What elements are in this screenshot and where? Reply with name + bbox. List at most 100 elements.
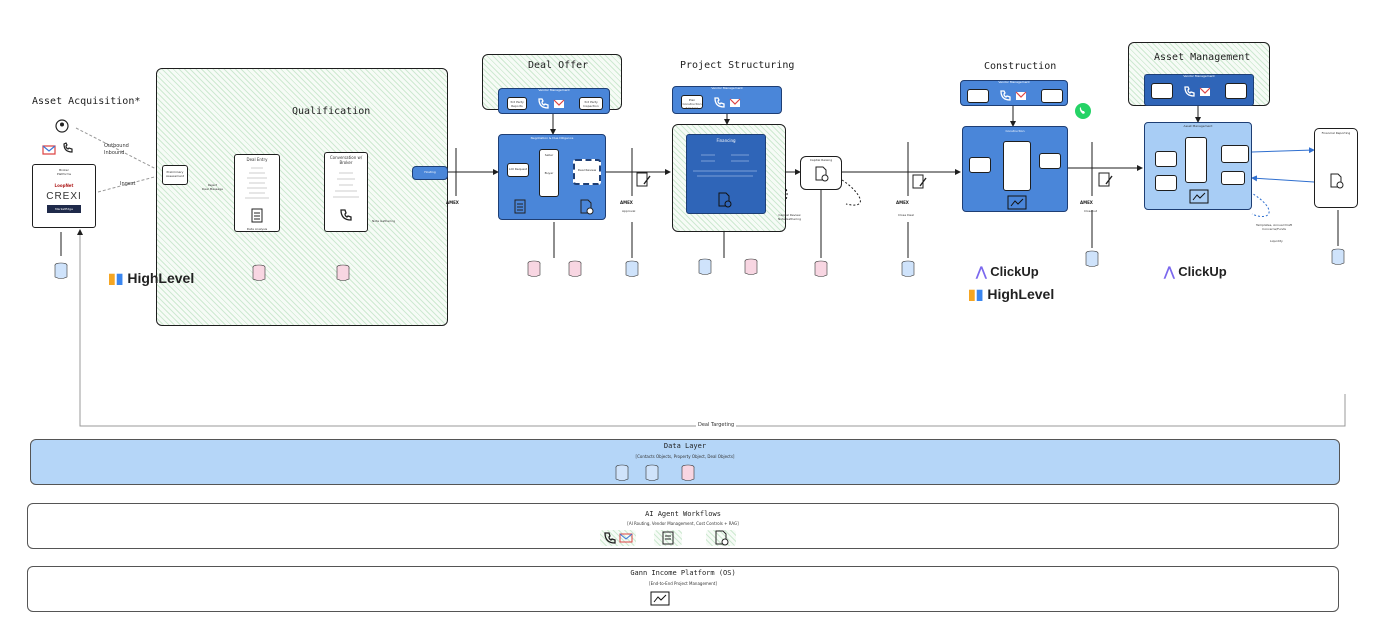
document-check-icon xyxy=(580,199,594,215)
ai-phone-gmail-chip xyxy=(600,530,636,546)
construction-vendor-mgmt[interactable]: Vendor Management xyxy=(960,80,1068,106)
stage-title-project-structuring: Project Structuring xyxy=(680,60,795,71)
asset-vendor-right[interactable] xyxy=(1225,83,1247,99)
asset-vendor-left[interactable] xyxy=(1151,83,1173,99)
amex-logo-4: AMEX xyxy=(1080,200,1093,205)
phone-gmail-icons xyxy=(538,98,565,109)
label-capital-note: Capital Review Note Gathering xyxy=(778,213,802,221)
stage-title-asset-management: Asset Management xyxy=(1154,52,1251,63)
whatsapp-icon xyxy=(1075,103,1091,119)
phone-icon xyxy=(62,139,74,158)
loi-box[interactable]: LOI Request xyxy=(507,163,529,177)
deal-offer-vendor-mgmt[interactable]: Vendor Management 3rd Party Reports 3rd … xyxy=(498,88,610,114)
label-deal-targeting: Deal Targeting xyxy=(696,422,737,429)
database-icon xyxy=(901,260,915,277)
crexi-logo: CREXI xyxy=(46,190,82,202)
asset-center-item[interactable] xyxy=(1185,137,1207,183)
database-icon xyxy=(527,260,541,277)
asset-management-box[interactable]: Asset Management xyxy=(1144,122,1252,210)
deal-review-box[interactable]: Deal Review xyxy=(573,159,601,185)
structuring-vendor-mgmt[interactable]: Vendor Management Plan Construction Serv… xyxy=(672,86,782,114)
document-check-icon xyxy=(715,530,729,546)
hosting-box[interactable]: Hosting xyxy=(412,166,448,180)
os-layer-subtitle: [End-to-End Project Management] xyxy=(649,581,717,586)
clipboard-icon xyxy=(251,208,263,223)
asset-item-4[interactable] xyxy=(1221,171,1245,185)
phone-icon xyxy=(340,209,352,222)
document-check-icon xyxy=(815,166,829,182)
owner-broker-box[interactable]: Conversation w/ Broker xyxy=(324,152,368,232)
asset-item-3[interactable] xyxy=(1221,145,1249,163)
construction-box[interactable]: Construction xyxy=(962,126,1068,212)
signature-edit-icon xyxy=(636,172,651,187)
asset-item-1[interactable] xyxy=(1155,151,1177,167)
dashboard-icon xyxy=(650,591,670,606)
ai-clipboard-chip xyxy=(654,530,682,546)
highlevel-logo-2: ▮▮ HighLevel xyxy=(968,286,1055,302)
amex-logo-3: AMEX xyxy=(896,200,909,205)
database-icon xyxy=(252,264,266,281)
list-lines-icon xyxy=(693,154,757,177)
third-party-inspection-box[interactable]: 3rd Party Inspection xyxy=(579,97,603,110)
signature-edit-icon xyxy=(1098,172,1113,187)
clipboard-icon xyxy=(662,531,674,545)
stage-title-asset-acquisition: Asset Acquisition* xyxy=(32,96,141,107)
construction-left-item[interactable] xyxy=(969,157,991,173)
third-party-reports-box[interactable]: 3rd Party Reports xyxy=(507,97,527,110)
database-icon xyxy=(1085,250,1099,267)
financial-reporting-box[interactable]: Financial Reporting xyxy=(1314,128,1358,208)
label-target-note: Templates, Annual Draft Concerns/Funds xyxy=(1256,223,1293,231)
database-icon xyxy=(645,464,659,481)
negotiation-dd-box[interactable]: Negotiation & Due Diligence LOI Request … xyxy=(498,134,606,220)
clickup-logo-1: ⋀ ClickUp xyxy=(976,264,1039,279)
label-reject: Reject Deal Message xyxy=(202,183,223,191)
ai-layer-title: AI Agent Workflows xyxy=(645,510,721,518)
deal-entry-box[interactable]: Deal Entry Data Analysis xyxy=(234,154,280,232)
ai-doc-chip xyxy=(706,530,736,546)
phone-gmail-icons xyxy=(1000,90,1027,101)
amex-logo-1: AMEX xyxy=(446,200,459,205)
os-layer-title: Gann Income Platform (OS) xyxy=(630,569,736,577)
label-close-deal: Close Deal xyxy=(898,213,914,217)
database-icon xyxy=(1331,248,1345,265)
construction-right-item[interactable] xyxy=(1039,153,1061,169)
highlevel-logo: ▮▮ HighLevel xyxy=(108,270,195,286)
document-check-icon xyxy=(1330,173,1344,189)
list-lines-icon xyxy=(245,167,269,199)
database-icon xyxy=(615,464,629,481)
label-liquidity: Liquidity xyxy=(1270,239,1283,243)
marketedge-logo: MarketEdge xyxy=(47,204,81,213)
database-icon xyxy=(681,464,695,481)
broker-platforms-box[interactable]: Broker Platforms LoopNet CREXI MarketEdg… xyxy=(32,164,96,228)
construction-vendor-left[interactable] xyxy=(967,89,989,103)
data-layer-subtitle: [Contacts Objects, Property Object, Deal… xyxy=(635,454,735,459)
person-icon xyxy=(55,119,69,133)
phone-gmail-icons xyxy=(714,97,741,108)
label-closeout: Closeout xyxy=(1084,209,1098,213)
construction-vendor-right[interactable] xyxy=(1041,89,1063,103)
plan-construction-box[interactable]: Plan Construction Services xyxy=(681,95,703,110)
dashboard-icon xyxy=(1189,189,1209,204)
capital-raising-box[interactable]: Capital Raising xyxy=(800,156,842,190)
label-outbound-inbound: Outbound Inbound xyxy=(104,143,129,156)
database-icon xyxy=(336,264,350,281)
stage-title-qualification: Qualification xyxy=(292,106,371,117)
database-icon xyxy=(568,260,582,277)
seller-buyer-box[interactable]: Seller Buyer xyxy=(539,149,559,197)
database-icon xyxy=(625,260,639,277)
phone-gmail-icons xyxy=(1184,86,1211,97)
document-check-icon xyxy=(718,192,732,208)
dashboard-icon xyxy=(1007,195,1027,210)
construction-center-item[interactable] xyxy=(1003,141,1031,191)
broker-platforms-label: Broker Platforms xyxy=(56,168,72,176)
label-ingest: Ingest xyxy=(120,181,136,187)
stage-title-deal-offer: Deal Offer xyxy=(528,60,589,71)
financing-box[interactable]: Financing xyxy=(686,134,766,214)
asset-item-2[interactable] xyxy=(1155,175,1177,191)
asset-vendor-mgmt[interactable]: Vendor Management xyxy=(1144,74,1254,106)
prelim-assessment-box[interactable]: Preliminary Assessment xyxy=(162,165,188,185)
data-layer: Data Layer [Contacts Objects, Property O… xyxy=(30,439,1340,485)
signature-edit-icon xyxy=(912,174,927,189)
list-lines-icon xyxy=(333,173,359,198)
database-icon xyxy=(744,258,758,275)
